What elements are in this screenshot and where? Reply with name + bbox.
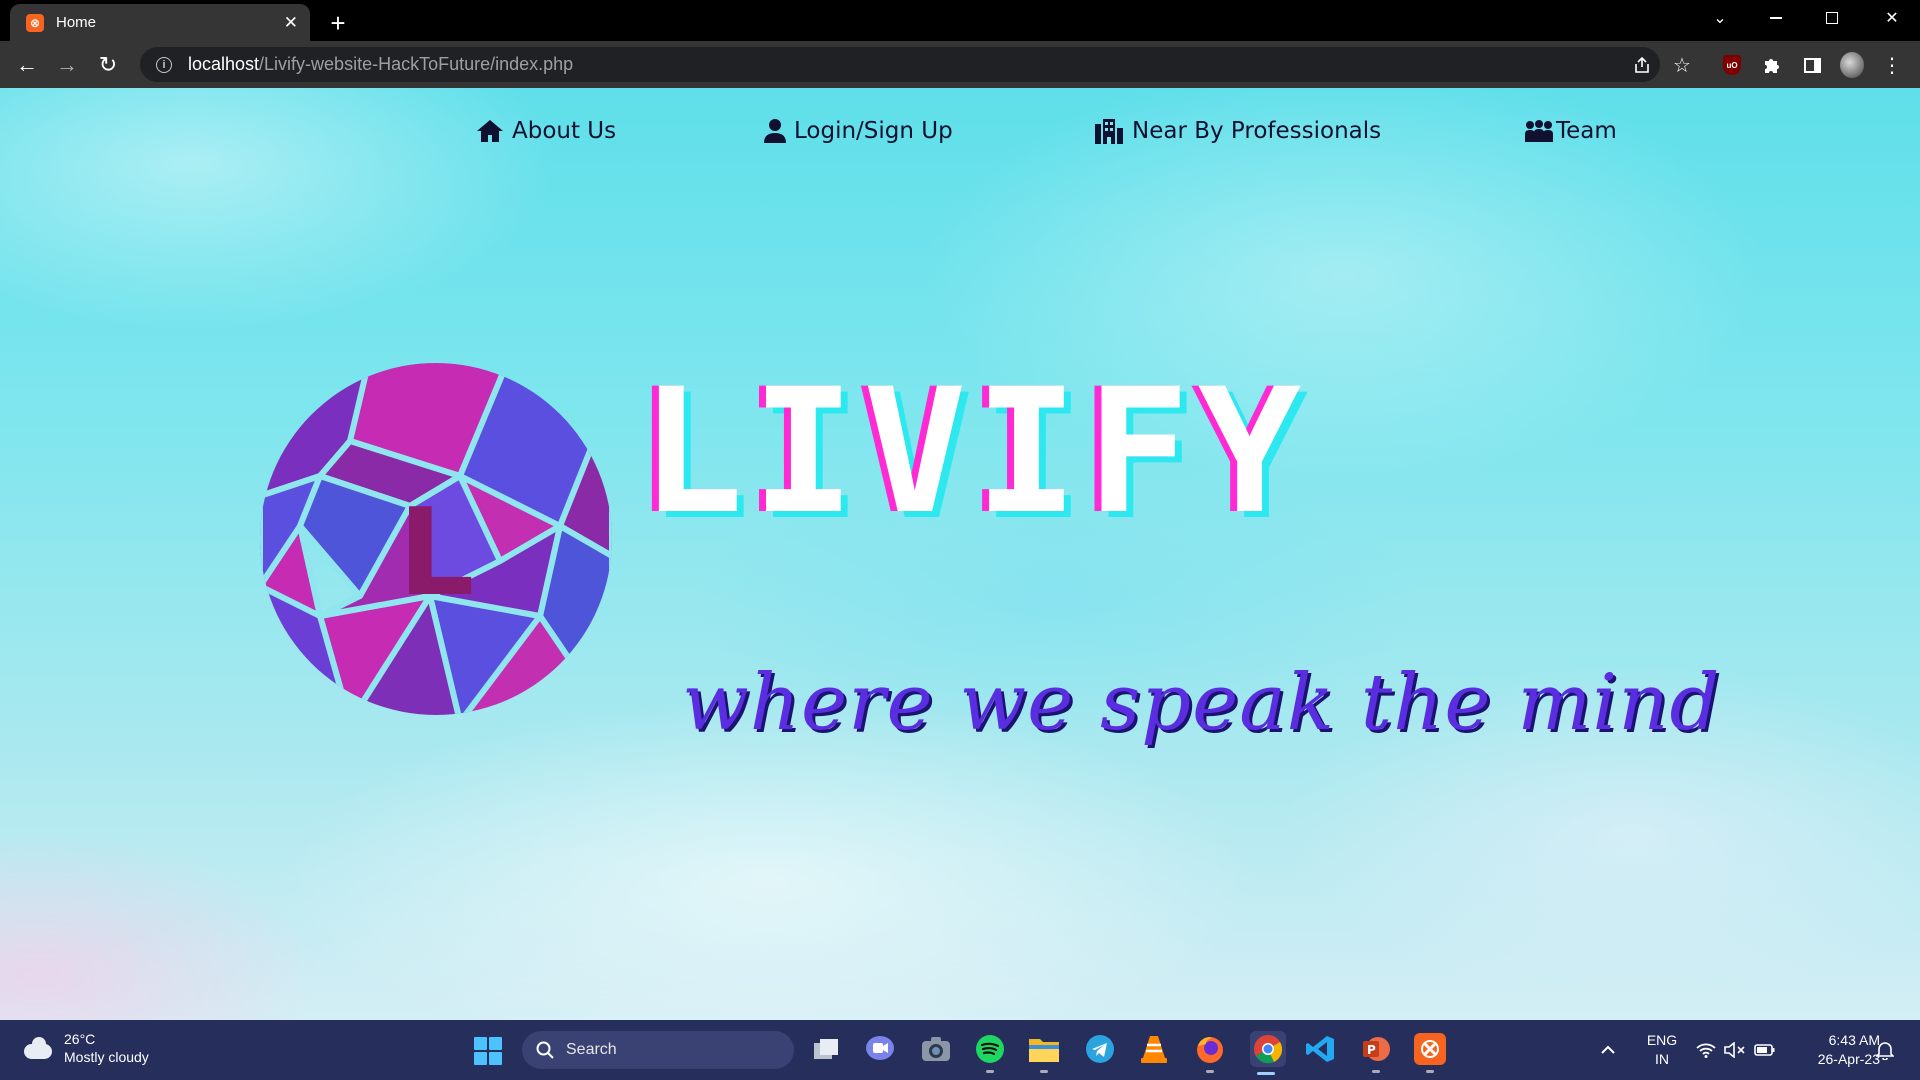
nav-label: Team: [1556, 118, 1617, 144]
search-placeholder: Search: [566, 1041, 617, 1058]
address-bar[interactable]: i localhost/Livify-website-HackToFuture/…: [140, 47, 1660, 82]
building-icon: [1095, 119, 1123, 144]
browser-tab-home[interactable]: ⊗ Home ✕: [10, 4, 310, 41]
tab-title: Home: [56, 14, 97, 31]
firefox-icon[interactable]: [1194, 1033, 1226, 1073]
livify-aperture-logo: L: [260, 363, 612, 715]
vscode-icon[interactable]: [1304, 1033, 1336, 1065]
url-host: localhost: [188, 54, 260, 74]
cloud-weather-icon: [22, 1036, 54, 1060]
restore-button[interactable]: [1804, 0, 1860, 36]
new-tab-button[interactable]: +: [322, 7, 354, 39]
windows-start-icon[interactable]: [474, 1037, 502, 1065]
show-hidden-icons-chevron-icon[interactable]: [1600, 1020, 1616, 1080]
weather-widget[interactable]: 26°C Mostly cloudy: [22, 1030, 149, 1066]
close-window-button[interactable]: ✕: [1864, 0, 1920, 36]
taskbar-search[interactable]: Search: [522, 1031, 794, 1069]
extensions-puzzle-icon[interactable]: [1760, 53, 1784, 77]
minimize-icon: [1770, 17, 1782, 19]
windows-taskbar: 26°C Mostly cloudy Search P ENG IN 6:43 …: [0, 1020, 1920, 1080]
nav-label: Login/Sign Up: [794, 118, 953, 144]
region-code: IN: [1655, 1051, 1669, 1067]
vlc-icon[interactable]: [1138, 1033, 1170, 1065]
logo-letter: L: [398, 484, 474, 623]
nav-label: Near By Professionals: [1132, 118, 1382, 144]
browser-tab-strip: ⊗ Home ✕ + ⌄ ✕: [0, 0, 1920, 41]
tab-close-icon[interactable]: ✕: [284, 13, 298, 33]
site-navigation: About Us Login/Sign Up Near By Professio…: [0, 118, 1920, 168]
file-explorer-icon[interactable]: [1028, 1033, 1060, 1073]
nav-link-team[interactable]: Team: [1524, 118, 1617, 144]
nav-label: About Us: [512, 118, 617, 144]
powerpoint-icon[interactable]: P: [1360, 1033, 1392, 1073]
bookmark-star-icon[interactable]: ☆: [1670, 53, 1694, 77]
nav-link-login-signup[interactable]: Login/Sign Up: [764, 118, 953, 144]
xampp-favicon-icon: ⊗: [26, 13, 44, 32]
share-icon[interactable]: [1630, 53, 1654, 77]
search-icon: [536, 1041, 554, 1059]
weather-description: Mostly cloudy: [64, 1049, 149, 1065]
back-arrow-icon[interactable]: ←: [12, 50, 42, 80]
side-panel-icon[interactable]: [1800, 53, 1824, 77]
ublock-origin-icon[interactable]: uO: [1720, 53, 1744, 77]
forward-arrow-icon[interactable]: →: [52, 50, 82, 80]
speaker-muted-icon[interactable]: [1724, 1020, 1746, 1080]
battery-icon[interactable]: [1754, 1020, 1776, 1080]
nav-link-nearby-professionals[interactable]: Near By Professionals: [1094, 118, 1381, 144]
site-info-icon[interactable]: i: [156, 56, 172, 73]
restore-icon: [1826, 12, 1838, 24]
kebab-menu-icon[interactable]: ⋮: [1880, 53, 1904, 77]
people-group-icon: [1525, 120, 1553, 142]
minimize-button[interactable]: [1748, 0, 1804, 36]
notification-bell-icon[interactable]: [1876, 1020, 1894, 1080]
brand-wordmark: LIVIFY: [640, 351, 1310, 552]
clock-date: 26-Apr-23: [1817, 1051, 1880, 1067]
reload-icon[interactable]: ↻: [93, 50, 123, 80]
tagline: where we speak the mind: [682, 658, 1721, 748]
chrome-icon[interactable]: [1250, 1031, 1286, 1075]
camera-app-icon[interactable]: [920, 1033, 952, 1065]
telegram-icon[interactable]: [1084, 1033, 1116, 1065]
clock-time: 6:43 AM: [1828, 1032, 1880, 1048]
user-icon: [764, 119, 786, 143]
xampp-icon[interactable]: [1414, 1033, 1446, 1073]
tab-search-chevron-icon[interactable]: ⌄: [1692, 0, 1748, 36]
language-code: ENG: [1646, 1032, 1678, 1048]
home-icon: [477, 120, 503, 142]
teams-chat-icon[interactable]: [864, 1033, 896, 1065]
language-indicator[interactable]: ENG IN: [1644, 1031, 1680, 1069]
system-clock[interactable]: 6:43 AM 26-Apr-23: [1790, 1031, 1880, 1069]
browser-toolbar: ← → ↻ i localhost/Livify-website-HackToF…: [0, 41, 1920, 88]
profile-avatar[interactable]: [1840, 52, 1864, 78]
url-path: /Livify-website-HackToFuture/index.php: [259, 54, 574, 74]
page-viewport: About Us Login/Sign Up Near By Professio…: [0, 88, 1920, 1020]
task-view-icon[interactable]: [810, 1033, 842, 1065]
spotify-icon[interactable]: [974, 1033, 1006, 1073]
nav-link-about-us[interactable]: About Us: [476, 118, 616, 144]
weather-temperature: 26°C: [64, 1031, 96, 1047]
wifi-icon[interactable]: [1696, 1020, 1716, 1080]
svg-text:P: P: [1367, 1043, 1376, 1057]
